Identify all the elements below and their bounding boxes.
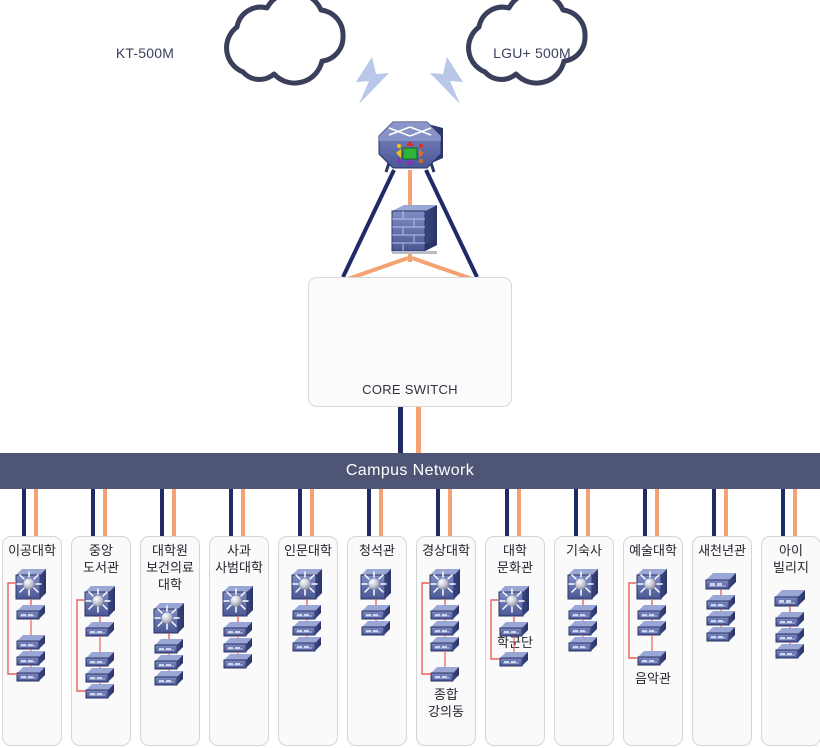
building-uplink-orange [724,489,728,536]
building-name: 사과 사범대학 [215,544,263,576]
core-to-campus-navy-link [398,407,403,453]
building-uplink-orange [655,489,659,536]
building-sublabel: 음악관 [635,672,671,687]
building-name: 청석관 [359,544,395,559]
building-uplink-navy [643,489,647,536]
building-name: 경상대학 [422,544,470,559]
core-switch-caption: CORE SWITCH [362,382,458,397]
building-uplink-navy [574,489,578,536]
cloud-icon-lgu [466,0,588,86]
building-uplink-orange [310,489,314,536]
building-uplink-navy [22,489,26,536]
building-uplink-navy [712,489,716,536]
building-uplink-orange [172,489,176,536]
building-name: 대학원 보건의료 대학 [146,544,194,593]
router-icon [378,121,443,173]
building-uplink-navy [781,489,785,536]
building-name: 아이 빌리지 [773,544,809,576]
building-sublabel: 종합 강의동 [428,688,464,720]
building-uplink-navy [505,489,509,536]
building-name: 예술대학 [629,544,677,559]
building-uplink-orange [241,489,245,536]
building-uplink-navy [229,489,233,536]
building-uplink-orange [517,489,521,536]
building-card[interactable]: 중앙 도서관 [71,536,131,746]
campus-network-bar: Campus Network [0,453,820,489]
building-sublabel: 학군단 [497,636,533,651]
building-uplink-navy [160,489,164,536]
building-name: 기숙사 [566,544,602,559]
building-uplink-orange [103,489,107,536]
campus-network-label: Campus Network [345,462,475,479]
building-uplink-orange [379,489,383,536]
building-uplink-orange [448,489,452,536]
lightning-bolt-icon-right [430,57,463,104]
building-card[interactable]: 인문대학 [278,536,338,746]
building-name: 이공대학 [8,544,56,559]
building-uplink-navy [298,489,302,536]
building-uplink-orange [793,489,797,536]
building-name: 대학 문화관 [497,544,533,576]
cloud-icon-kt [224,0,346,86]
building-uplink-navy [436,489,440,536]
building-name: 중앙 도서관 [83,544,119,576]
network-diagram-canvas: KT-500M LGU+ 500M CORE SWITCH Campus Net… [0,0,820,748]
lightning-bolt-icon-left [356,57,389,104]
building-card[interactable]: 새천년관 [692,536,752,746]
isp-cloud-label-lgu: LGU+ 500M [493,45,571,61]
building-name: 인문대학 [284,544,332,559]
building-uplink-orange [34,489,38,536]
building-card[interactable]: 사과 사범대학 [209,536,269,746]
building-card[interactable]: 대학원 보건의료 대학 [140,536,200,746]
building-card[interactable]: 기숙사 [554,536,614,746]
building-uplink-navy [91,489,95,536]
building-name: 새천년관 [698,544,746,559]
building-uplink-navy [367,489,371,536]
building-card[interactable]: 예술대학 [623,536,683,746]
isp-cloud-label-kt: KT-500M [115,45,175,61]
building-card[interactable]: 아이 빌리지 [761,536,820,746]
building-card[interactable]: 이공대학 [2,536,62,746]
firewall-icon [391,205,437,254]
core-to-campus-orange-link [416,407,421,453]
building-uplink-orange [586,489,590,536]
building-card[interactable]: 청석관 [347,536,407,746]
